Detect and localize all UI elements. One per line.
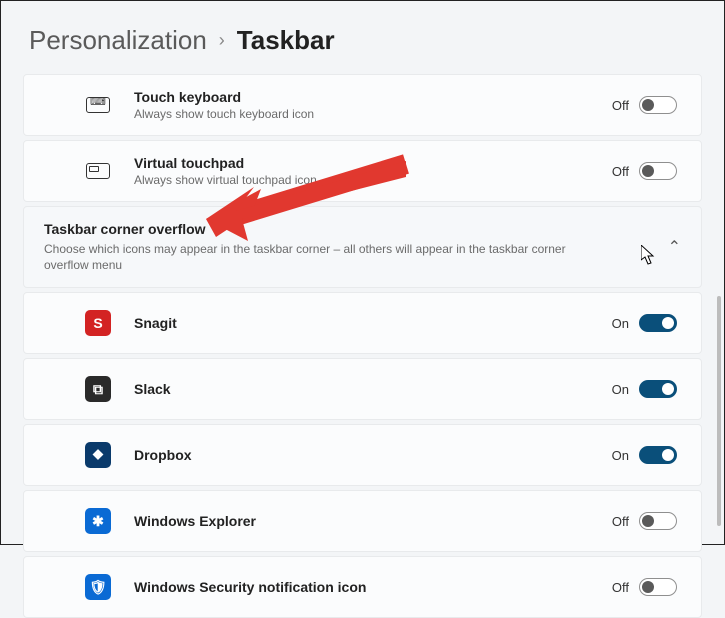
explorer-icon: ✱ — [74, 508, 122, 534]
slack-toggle[interactable] — [639, 380, 677, 398]
overflow-item-security[interactable]: 🛡 Windows Security notification iconOff — [23, 556, 702, 618]
row-subtitle: Always show touch keyboard icon — [134, 107, 612, 121]
toggle-state-label: Off — [612, 98, 629, 113]
overflow-item-slack[interactable]: ⧉ SlackOn — [23, 358, 702, 420]
overflow-item-label: Snagit — [134, 315, 612, 331]
section-title: Taskbar corner overflow — [44, 221, 668, 237]
dropbox-toggle[interactable] — [639, 446, 677, 464]
overflow-item-label: Slack — [134, 381, 612, 397]
explorer-toggle[interactable] — [639, 512, 677, 530]
breadcrumb-current: Taskbar — [237, 25, 335, 56]
section-description: Choose which icons may appear in the tas… — [44, 241, 604, 273]
row-title: Virtual touchpad — [134, 155, 612, 171]
chevron-up-icon[interactable]: ⌃ — [668, 237, 681, 257]
overflow-item-snagit[interactable]: S SnagitOn — [23, 292, 702, 354]
keyboard-icon — [74, 97, 122, 113]
overflow-item-dropbox[interactable]: ⯁ DropboxOn — [23, 424, 702, 486]
chevron-right-icon: › — [219, 30, 225, 51]
overflow-item-explorer[interactable]: ✱ Windows ExplorerOff — [23, 490, 702, 552]
toggle-state-label: On — [612, 316, 629, 331]
row-title: Touch keyboard — [134, 89, 612, 105]
breadcrumb-parent[interactable]: Personalization — [29, 25, 207, 56]
touchpad-icon — [74, 163, 122, 179]
scrollbar[interactable] — [717, 296, 721, 526]
row-virtual-touchpad[interactable]: Virtual touchpad Always show virtual tou… — [23, 140, 702, 202]
touch-keyboard-toggle[interactable] — [639, 96, 677, 114]
snagit-toggle[interactable] — [639, 314, 677, 332]
row-subtitle: Always show virtual touchpad icon — [134, 173, 612, 187]
section-taskbar-overflow[interactable]: Taskbar corner overflow Choose which ico… — [23, 206, 702, 288]
overflow-item-label: Dropbox — [134, 447, 612, 463]
row-touch-keyboard[interactable]: Touch keyboard Always show touch keyboar… — [23, 74, 702, 136]
toggle-state-label: On — [612, 382, 629, 397]
virtual-touchpad-toggle[interactable] — [639, 162, 677, 180]
breadcrumb: Personalization › Taskbar — [1, 1, 724, 74]
snagit-icon: S — [74, 310, 122, 336]
settings-list: Touch keyboard Always show touch keyboar… — [1, 74, 724, 618]
dropbox-icon: ⯁ — [74, 442, 122, 468]
toggle-state-label: Off — [612, 164, 629, 179]
security-toggle[interactable] — [639, 578, 677, 596]
overflow-item-label: Windows Explorer — [134, 513, 612, 529]
toggle-state-label: Off — [612, 514, 629, 529]
toggle-state-label: On — [612, 448, 629, 463]
slack-icon: ⧉ — [74, 376, 122, 402]
toggle-state-label: Off — [612, 580, 629, 595]
security-icon: 🛡 — [74, 574, 122, 600]
overflow-item-label: Windows Security notification icon — [134, 579, 612, 595]
